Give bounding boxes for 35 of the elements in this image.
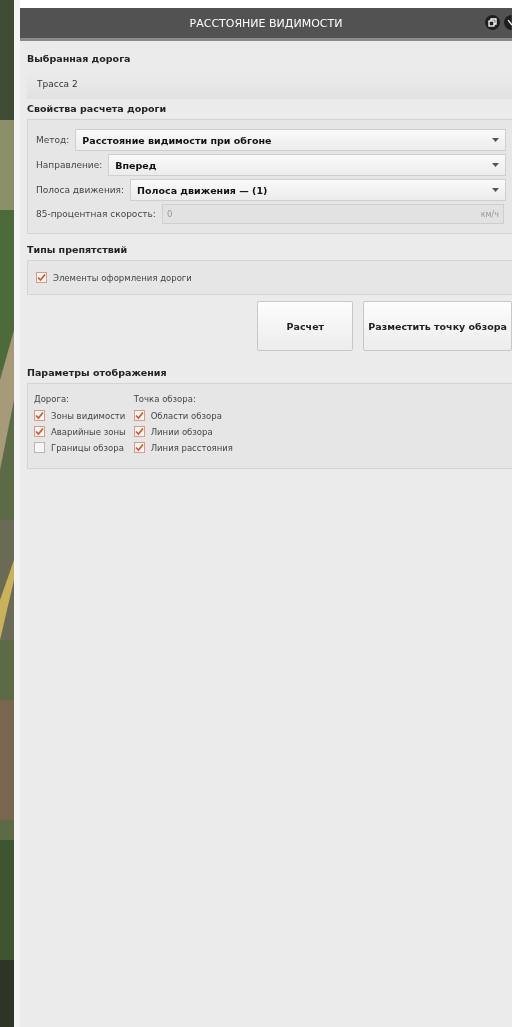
section-heading: Выбранная дорога	[27, 52, 132, 66]
window-title: РАССТОЯНИЕ ВИДИМОСТИ	[189, 16, 343, 30]
column-title: Точка обзора:	[133, 394, 197, 404]
caret-icon	[492, 138, 499, 142]
close-icon[interactable]	[504, 15, 512, 30]
caret-icon	[492, 163, 499, 167]
dropdown[interactable]: Вперед	[108, 154, 506, 176]
field-label: 85-процентная скорость:	[36, 209, 156, 219]
checkbox[interactable]	[133, 410, 145, 421]
dropdown[interactable]: Полоса движения — (1)	[130, 179, 506, 201]
checkbox-label: Аварийные зоны	[51, 426, 126, 437]
checkbox-label: Линии обзора	[150, 426, 213, 437]
field-label: Направление:	[36, 160, 103, 170]
checkbox[interactable]	[34, 410, 45, 421]
restore-icon[interactable]	[485, 15, 500, 30]
checkbox-label: Зоны видимости	[51, 410, 126, 421]
checkbox-label: Границы обзора	[51, 442, 124, 453]
checkbox[interactable]	[36, 272, 47, 283]
column-title: Дорога:	[34, 394, 70, 404]
checkbox[interactable]	[133, 442, 145, 453]
section-heading: Типы препятствий	[27, 243, 129, 257]
section-heading: Свойства расчета дороги	[27, 102, 168, 116]
calculate-button[interactable]: Расчет	[257, 301, 354, 351]
section-heading: Параметры отображения	[27, 366, 168, 380]
checkbox[interactable]	[34, 442, 45, 453]
field-label: Полоса движения:	[36, 185, 125, 195]
field-label: Метод:	[36, 135, 70, 145]
checkbox[interactable]	[34, 426, 45, 437]
dropdown[interactable]: Расстояние видимости при обгоне	[75, 129, 506, 151]
caret-icon	[492, 188, 499, 192]
checkbox[interactable]	[133, 426, 145, 437]
checkbox-label: Линия расстояния	[150, 442, 233, 453]
place-viewpoint-button[interactable]: Разместить точку обзора	[363, 301, 512, 351]
checkbox-label: Области обзора	[150, 410, 222, 421]
checkbox-label: Элементы оформления дороги	[53, 272, 192, 283]
